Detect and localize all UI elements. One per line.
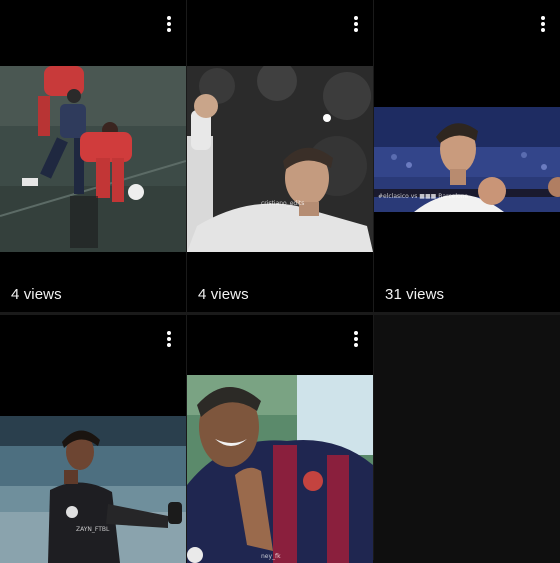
shorts-grid: 4 views cristiano_edits 4 views #elclasi…	[0, 0, 560, 563]
video-tile-2[interactable]: cristiano_edits 4 views	[187, 0, 373, 312]
more-options-icon[interactable]	[163, 329, 175, 349]
video-thumbnail: cristiano_edits	[187, 66, 373, 252]
more-options-icon[interactable]	[350, 329, 362, 349]
video-thumbnail: #elclasico vs ■■■ Barcelona	[374, 107, 560, 212]
video-thumbnail: ZAYN_FTBL	[0, 416, 186, 563]
more-options-icon[interactable]	[163, 14, 175, 34]
video-thumbnail	[0, 66, 186, 252]
more-options-icon[interactable]	[350, 14, 362, 34]
thumbnail-watermark: ney_fk	[261, 553, 281, 560]
thumbnail-watermark: cristiano_edits	[261, 200, 305, 207]
video-tile-1[interactable]: 4 views	[0, 0, 186, 312]
view-count: 4 views	[11, 286, 62, 303]
view-count: 4 views	[198, 286, 249, 303]
video-tile-3[interactable]: #elclasico vs ■■■ Barcelona 31 views	[374, 0, 560, 312]
video-tile-5[interactable]: ney_fk	[187, 315, 373, 563]
thumbnail-watermark: ZAYN_FTBL	[76, 526, 110, 533]
video-tile-4[interactable]: ZAYN_FTBL	[0, 315, 186, 563]
more-options-icon[interactable]	[537, 14, 549, 34]
view-count: 31 views	[385, 286, 445, 303]
empty-grid-cell	[374, 315, 560, 563]
thumbnail-watermark: #elclasico vs ■■■ Barcelona	[378, 193, 469, 200]
video-thumbnail: ney_fk	[187, 375, 373, 563]
